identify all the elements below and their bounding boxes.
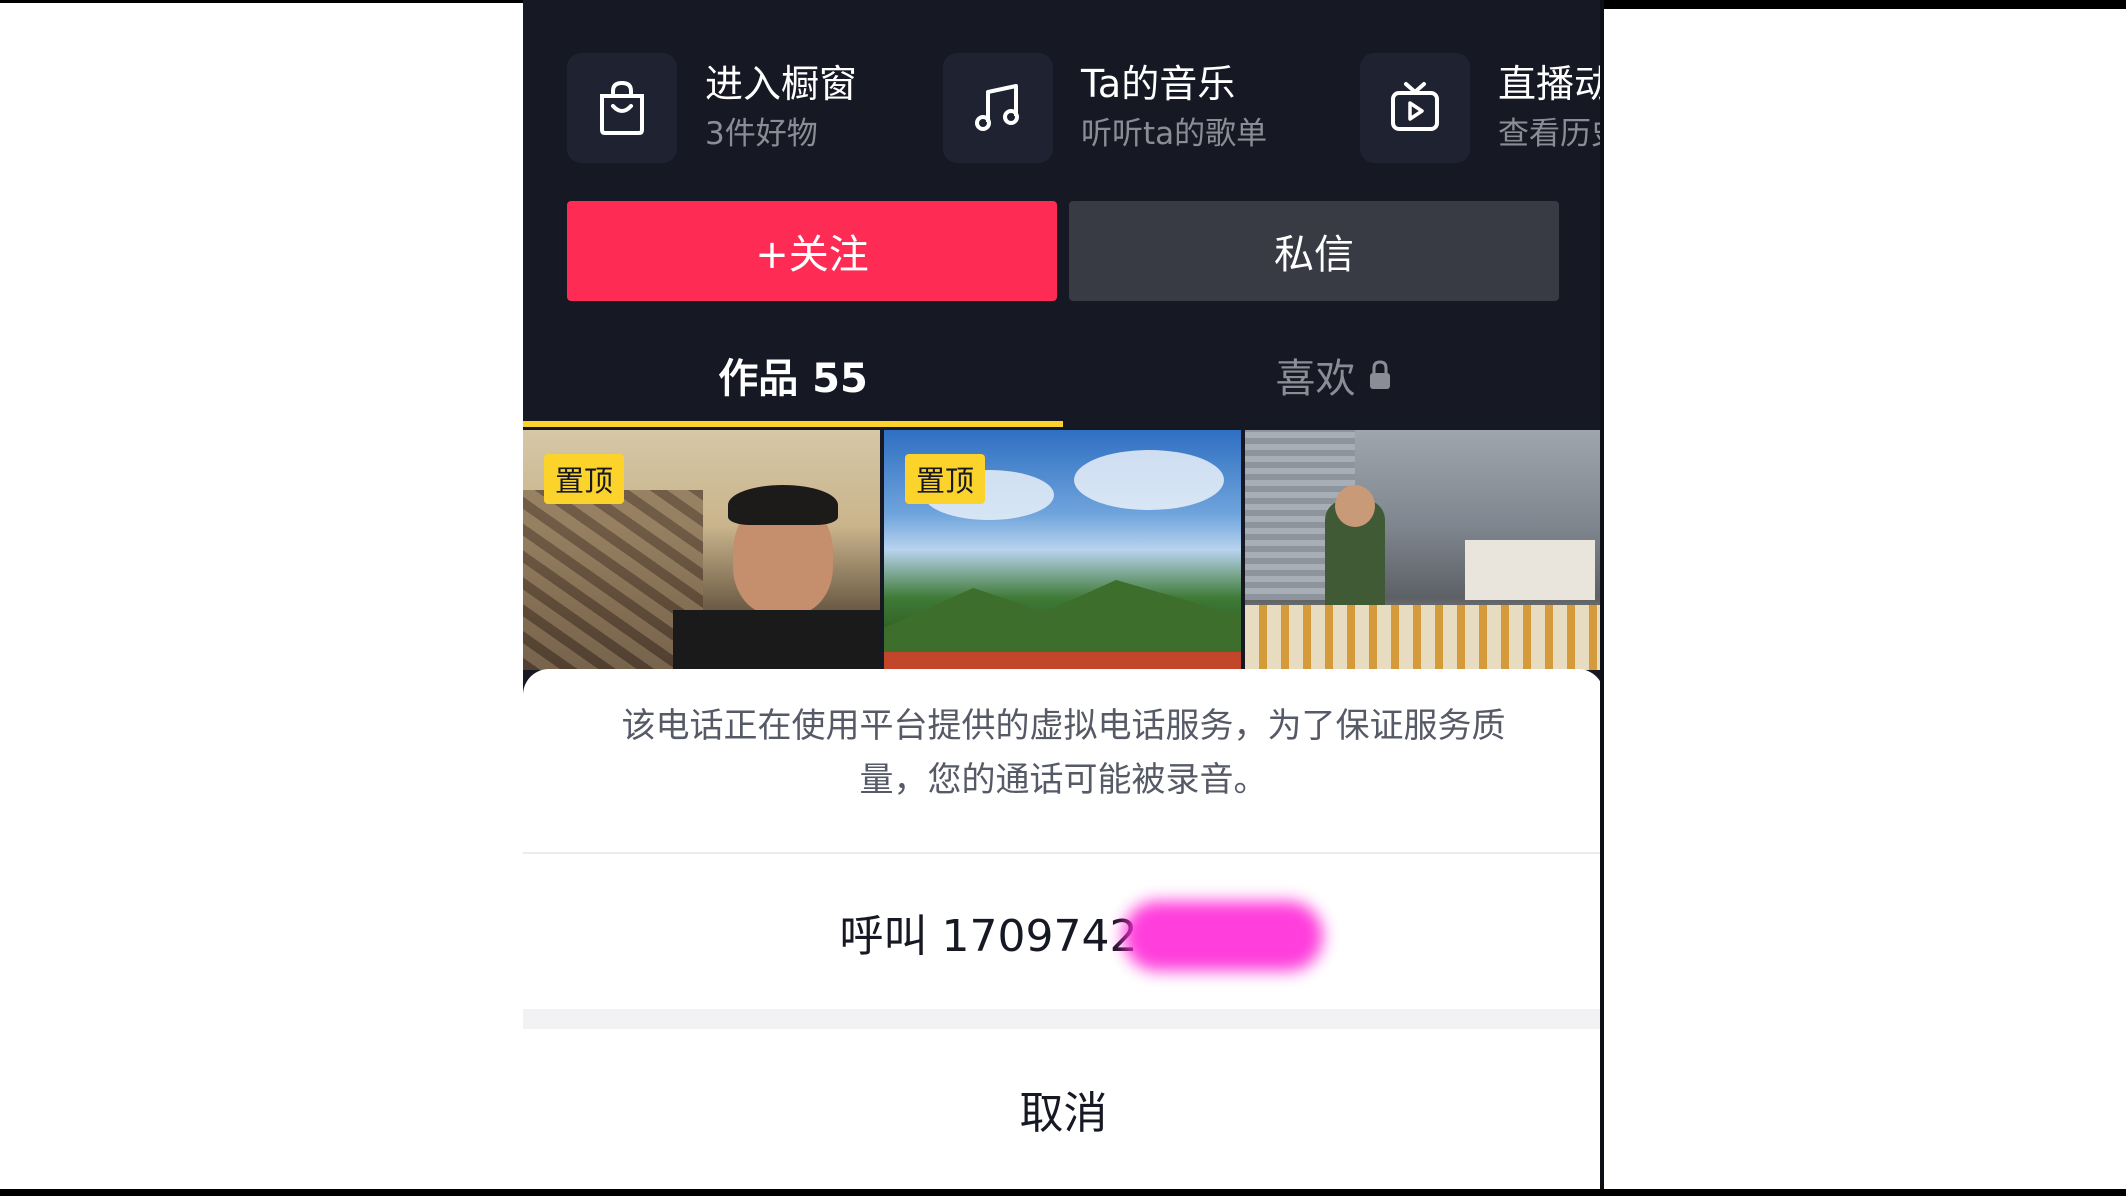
shortcut-subtitle: 听听ta的歌单 (1081, 116, 1268, 152)
live-tv-icon (1360, 53, 1470, 163)
shopping-bag-icon (567, 53, 677, 163)
lock-icon (1368, 359, 1392, 391)
video-scene (1465, 540, 1595, 600)
video-thumbnail[interactable] (1245, 430, 1604, 670)
video-scene (1335, 485, 1375, 527)
video-scene (884, 652, 1241, 670)
shortcut-subtitle: 3件好物 (705, 116, 818, 152)
video-scene (884, 580, 1241, 660)
tab-works-label: 作品 55 (718, 356, 868, 402)
pinned-badge: 置顶 (544, 454, 625, 504)
follow-button[interactable]: +关注 (567, 201, 1057, 301)
call-button[interactable]: 呼叫 1709742 (523, 854, 1604, 1009)
frame-border (0, 0, 523, 3)
shortcut-title: 直播动 (1498, 62, 1604, 106)
video-scene (673, 610, 880, 670)
frame-border (1600, 0, 1604, 1189)
divider (523, 1009, 1604, 1029)
message-button[interactable]: 私信 (1069, 201, 1559, 301)
video-thumbnail[interactable]: 置顶 (884, 430, 1241, 670)
frame-border (0, 1189, 2126, 1196)
shortcut-title: Ta的音乐 (1081, 62, 1236, 106)
call-label: 呼叫 1709742 (839, 910, 1138, 962)
tab-works[interactable]: 作品 55 (523, 335, 1063, 415)
shortcut-storefront[interactable]: 进入橱窗 3件好物 (567, 52, 857, 164)
music-note-icon (943, 53, 1053, 163)
cancel-button[interactable]: 取消 (523, 1029, 1604, 1189)
call-action-sheet: 该电话正在使用平台提供的虚拟电话服务，为了保证服务质量，您的通话可能被录音。 呼… (523, 669, 1604, 1189)
phone-screen: 进入橱窗 3件好物 Ta的音乐 听听ta的歌单 直播动 查看历史 (523, 0, 1604, 1189)
frame-border (1604, 0, 2126, 9)
shortcut-music[interactable]: Ta的音乐 听听ta的歌单 (943, 52, 1267, 164)
video-scene (1245, 605, 1604, 670)
video-scene (1074, 450, 1224, 510)
tab-likes-label: 喜欢 (1275, 356, 1356, 402)
shortcut-live-replay[interactable]: 直播动 查看历史 (1360, 52, 1604, 164)
pinned-badge: 置顶 (905, 454, 986, 504)
virtual-phone-notice: 该电话正在使用平台提供的虚拟电话服务，为了保证服务质量，您的通话可能被录音。 (621, 706, 1506, 800)
redaction-mark (1123, 901, 1323, 971)
video-thumbnail[interactable]: 置顶 (523, 430, 880, 670)
video-scene (728, 485, 838, 525)
tab-likes[interactable]: 喜欢 (1063, 335, 1604, 415)
shortcut-subtitle: 查看历史 (1498, 116, 1604, 152)
tab-indicator (523, 421, 1063, 427)
shortcut-title: 进入橱窗 (705, 62, 858, 106)
